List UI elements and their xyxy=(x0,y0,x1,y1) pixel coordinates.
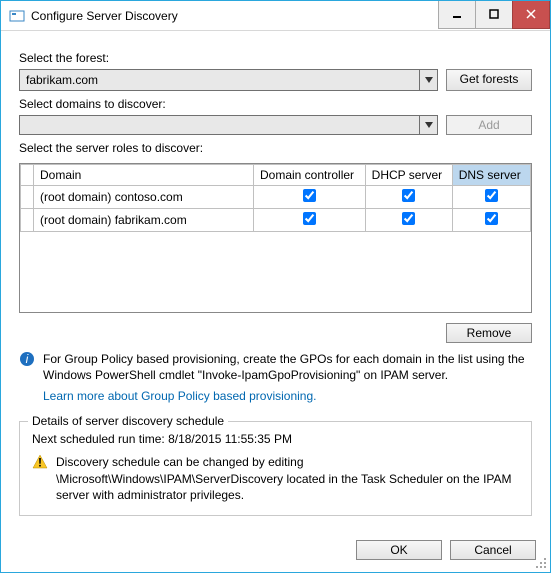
minimize-button[interactable] xyxy=(438,1,476,29)
checkbox-dhcp[interactable] xyxy=(402,189,415,202)
column-header-dc[interactable]: Domain controller xyxy=(254,165,366,186)
row-header[interactable] xyxy=(21,209,34,232)
info-icon: i xyxy=(19,351,35,367)
chevron-down-icon[interactable] xyxy=(419,70,437,90)
cell-domain: (root domain) fabrikam.com xyxy=(34,209,254,232)
schedule-legend: Details of server discovery schedule xyxy=(28,414,228,428)
checkbox-dc[interactable] xyxy=(303,212,316,225)
remove-button[interactable]: Remove xyxy=(446,323,532,343)
forest-combobox[interactable]: fabrikam.com xyxy=(19,69,438,91)
schedule-warning: Discovery schedule can be changed by edi… xyxy=(56,454,519,503)
close-button[interactable] xyxy=(512,1,550,29)
learn-more-link[interactable]: Learn more about Group Policy based prov… xyxy=(43,389,532,403)
roles-table: Domain Domain controller DHCP server DNS… xyxy=(20,164,531,232)
info-panel: i For Group Policy based provisioning, c… xyxy=(19,351,532,415)
column-header-domain[interactable]: Domain xyxy=(34,165,254,186)
dialog-content: Select the forest: fabrikam.com Get fore… xyxy=(1,31,550,530)
svg-text:i: i xyxy=(26,352,29,366)
svg-text:!: ! xyxy=(38,456,42,470)
titlebar[interactable]: Configure Server Discovery xyxy=(1,1,550,31)
get-forests-button[interactable]: Get forests xyxy=(446,69,532,91)
next-run-time: Next scheduled run time: 8/18/2015 11:55… xyxy=(32,432,519,446)
app-icon xyxy=(9,8,25,24)
column-header-dhcp[interactable]: DHCP server xyxy=(365,165,452,186)
row-header-col[interactable] xyxy=(21,165,34,186)
window-frame: Configure Server Discovery Select the fo… xyxy=(0,0,551,573)
forest-label: Select the forest: xyxy=(19,51,532,65)
warning-icon: ! xyxy=(32,454,48,470)
ok-button[interactable]: OK xyxy=(356,540,442,560)
info-text: For Group Policy based provisioning, cre… xyxy=(43,351,532,383)
schedule-fieldset: Details of server discovery schedule Nex… xyxy=(19,421,532,516)
window-title: Configure Server Discovery xyxy=(31,9,439,23)
domains-combobox[interactable] xyxy=(19,115,438,135)
table-row[interactable]: (root domain) contoso.com xyxy=(21,186,531,209)
resize-grip-icon[interactable] xyxy=(535,557,547,569)
roles-label: Select the server roles to discover: xyxy=(19,141,532,155)
domains-label: Select domains to discover: xyxy=(19,97,532,111)
roles-table-container: Domain Domain controller DHCP server DNS… xyxy=(19,163,532,313)
dialog-footer: OK Cancel xyxy=(1,530,550,572)
table-row[interactable]: (root domain) fabrikam.com xyxy=(21,209,531,232)
chevron-down-icon[interactable] xyxy=(419,116,437,134)
maximize-button[interactable] xyxy=(475,1,513,29)
cancel-button[interactable]: Cancel xyxy=(450,540,536,560)
row-header[interactable] xyxy=(21,186,34,209)
domains-value xyxy=(20,116,419,134)
add-button[interactable]: Add xyxy=(446,115,532,135)
checkbox-dhcp[interactable] xyxy=(402,212,415,225)
checkbox-dns[interactable] xyxy=(485,212,498,225)
forest-value: fabrikam.com xyxy=(20,70,419,90)
checkbox-dc[interactable] xyxy=(303,189,316,202)
column-header-dns[interactable]: DNS server xyxy=(452,165,530,186)
cell-domain: (root domain) contoso.com xyxy=(34,186,254,209)
checkbox-dns[interactable] xyxy=(485,189,498,202)
